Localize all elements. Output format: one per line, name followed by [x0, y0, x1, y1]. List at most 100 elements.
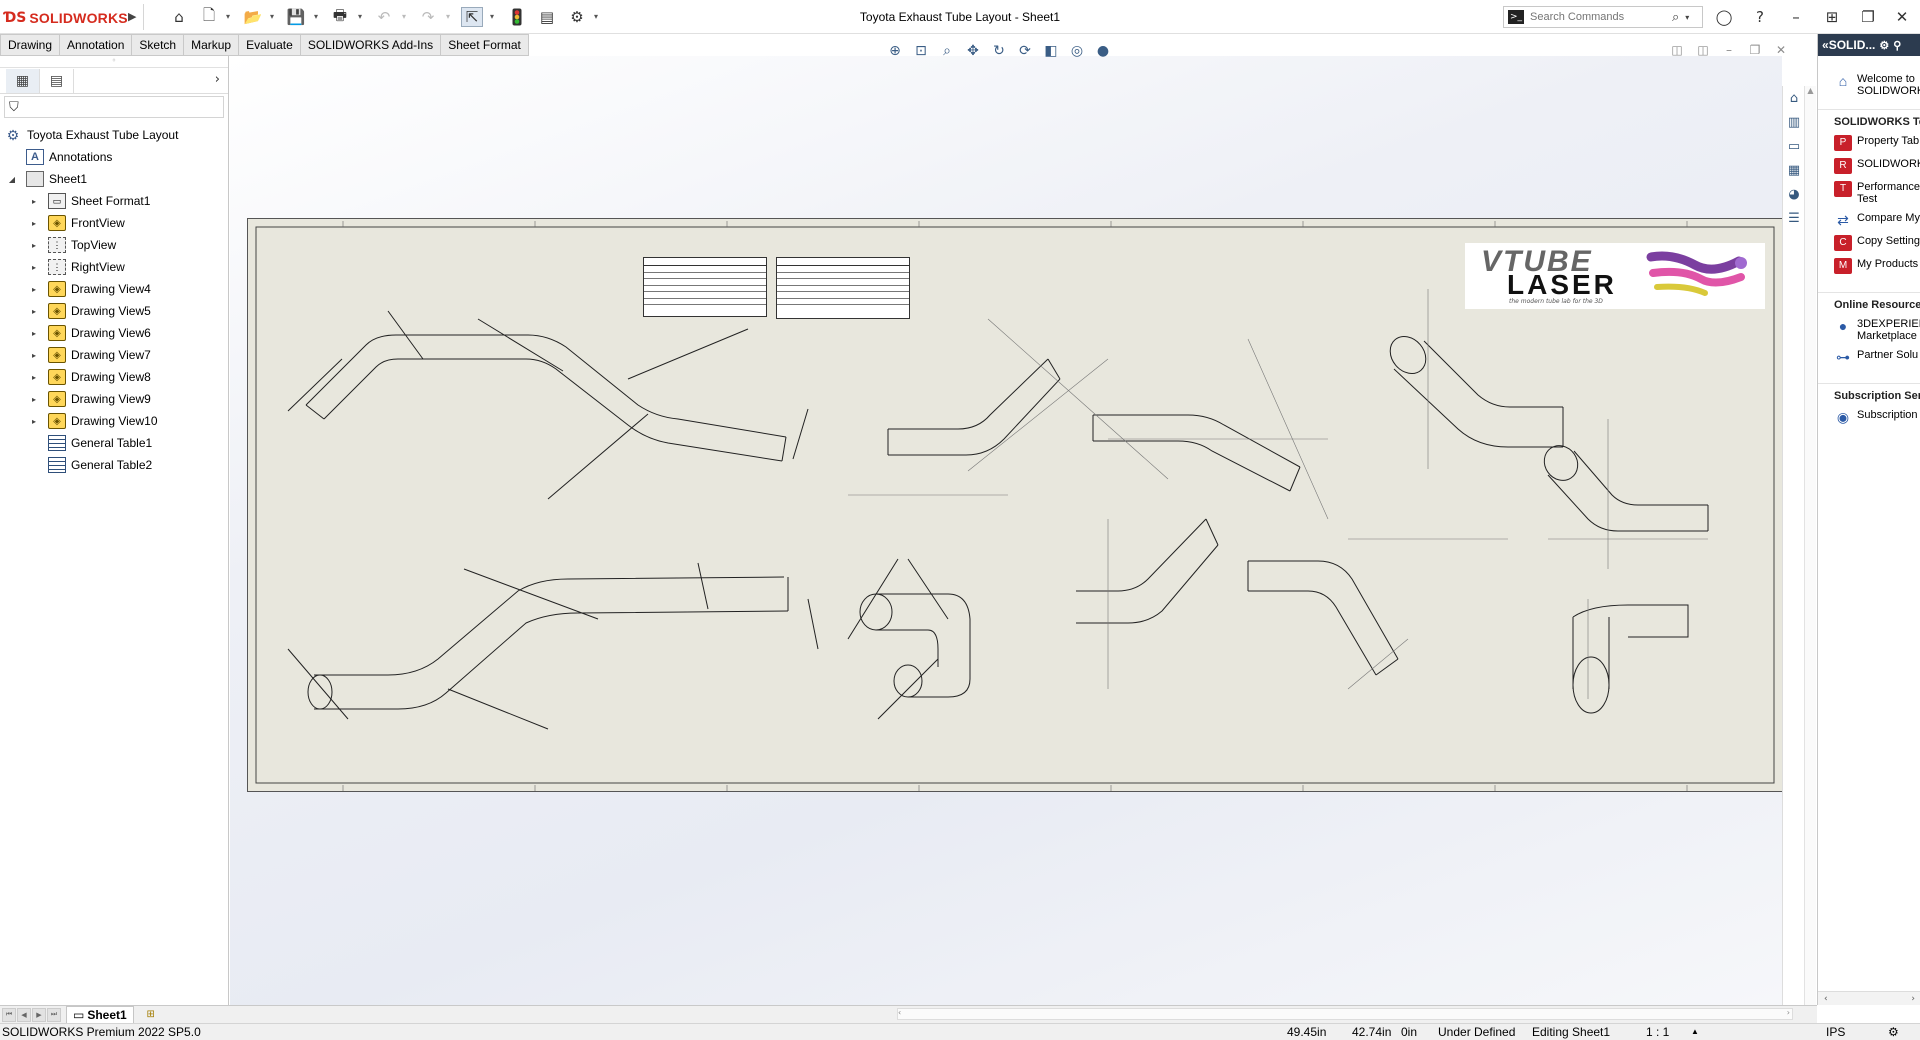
open-folder-icon[interactable]: 📂 — [242, 7, 264, 27]
property-manager-tab-icon[interactable]: ▤ — [40, 68, 74, 93]
tree-item-sheet1[interactable]: ◢ Sheet1 — [0, 168, 228, 190]
restore-icon[interactable]: ❐ — [1856, 7, 1880, 27]
feature-tree-tab-icon[interactable]: ▦ — [6, 68, 40, 93]
open-dropdown-icon[interactable]: ▾ — [270, 12, 274, 21]
previous-view-icon[interactable]: ◫ — [1668, 42, 1686, 58]
pin-icon[interactable]: ⚲ — [1893, 39, 1901, 52]
section-view-icon[interactable]: ◧ — [1040, 41, 1062, 61]
close-icon[interactable]: ✕ — [1890, 7, 1914, 27]
vertical-scrollbar[interactable]: ▲ — [1804, 86, 1816, 1005]
tree-item-sheet-format1[interactable]: ▸ ▭ Sheet Format1 — [0, 190, 228, 212]
print-icon[interactable]: 🖶 — [329, 6, 351, 27]
tab-evaluate[interactable]: Evaluate — [239, 34, 301, 56]
tab-annotation[interactable]: Annotation — [60, 34, 133, 56]
custom-properties-icon[interactable]: ☰ — [1784, 208, 1804, 228]
view-orientation-icon[interactable]: ◎ — [1066, 41, 1088, 61]
next-sheet-icon[interactable]: ▶ — [32, 1007, 46, 1022]
tree-root[interactable]: ⚙ Toyota Exhaust Tube Layout — [0, 124, 228, 146]
tree-item-annotations[interactable]: A Annotations — [0, 146, 228, 168]
tile-windows-icon[interactable]: ⊞ — [1820, 7, 1844, 27]
view-palette-icon[interactable]: ▦ — [1784, 160, 1804, 180]
horizontal-scrollbar[interactable]: ‹ › — [897, 1008, 1793, 1020]
expand-icon[interactable]: ▸ — [28, 395, 40, 404]
user-account-icon[interactable]: ◯ — [1712, 7, 1736, 27]
task-pane-horizontal-scrollbar[interactable]: ‹ › — [1818, 991, 1920, 1005]
tree-filter[interactable]: ⛉ — [4, 96, 224, 118]
expand-icon[interactable]: ▸ — [28, 241, 40, 250]
general-table1-preview[interactable] — [643, 257, 767, 317]
redraw-icon[interactable]: ⟳ — [1014, 41, 1036, 61]
select-cursor-icon[interactable]: ⇱ — [461, 7, 483, 27]
tab-solidworks-add-ins[interactable]: SOLIDWORKS Add-Ins — [300, 34, 442, 56]
expand-icon[interactable]: ▸ — [28, 307, 40, 316]
expand-panel-icon[interactable]: › — [215, 72, 220, 87]
expand-icon[interactable]: ▸ — [28, 263, 40, 272]
tree-item-frontview[interactable]: ▸ ◈ FrontView — [0, 212, 228, 234]
status-settings-icon[interactable]: ⚙ — [1888, 1025, 1899, 1039]
graphics-area[interactable]: VTUBE LASER the modern tube lab for the … — [230, 56, 1782, 1005]
tree-item-drawing-view6[interactable]: ▸ ◈ Drawing View6 — [0, 322, 228, 344]
unit-system[interactable]: IPS — [1826, 1025, 1845, 1039]
filter-icon[interactable]: ⛉ — [9, 100, 19, 115]
new-document-icon[interactable]: 🗋 — [198, 6, 220, 27]
search-icon[interactable]: ⌕ — [1672, 10, 1679, 25]
options-dropdown-icon[interactable]: ▾ — [594, 12, 598, 21]
tree-item-rightview[interactable]: ▸ ⋮ RightView — [0, 256, 228, 278]
tab-markup[interactable]: Markup — [184, 34, 240, 56]
appearances-scenes-icon[interactable]: ◕ — [1784, 184, 1804, 204]
zoom-in-out-icon[interactable]: ⌕ — [936, 41, 958, 61]
file-explorer-icon[interactable]: ▭ — [1784, 136, 1804, 156]
next-view-icon[interactable]: ◫ — [1694, 42, 1712, 58]
scroll-up-icon[interactable]: ▲ — [1805, 86, 1816, 95]
first-sheet-icon[interactable]: ⏮ — [2, 1007, 16, 1022]
rotate-icon[interactable]: ↻ — [988, 41, 1010, 61]
redo-dropdown-icon[interactable]: ▾ — [446, 12, 450, 21]
help-icon[interactable]: ? — [1748, 7, 1772, 27]
tree-item-drawing-view8[interactable]: ▸ ◈ Drawing View8 — [0, 366, 228, 388]
task-pane-options-icon[interactable]: ⚙ — [1879, 39, 1889, 52]
zoom-to-fit-icon[interactable]: ⊕ — [884, 41, 906, 61]
expand-icon[interactable]: ▸ — [28, 417, 40, 426]
tree-item-general-table1[interactable]: General Table1 — [0, 432, 228, 454]
online-3dexperience-marketplace[interactable]: ● 3DEXPERIEN Marketplace — [1818, 315, 1920, 346]
panel-resize-handle[interactable]: ◦ — [0, 56, 228, 68]
subscription-link[interactable]: ◉ Subscription — [1818, 406, 1920, 429]
tree-item-drawing-view4[interactable]: ▸ ◈ Drawing View4 — [0, 278, 228, 300]
welcome-link[interactable]: ⌂ Welcome to SOLIDWORKS — [1818, 70, 1920, 101]
options-gear-icon[interactable]: ⚙ — [566, 7, 588, 27]
print-dropdown-icon[interactable]: ▾ — [358, 12, 362, 21]
tree-item-general-table2[interactable]: General Table2 — [0, 454, 228, 476]
tree-item-drawing-view10[interactable]: ▸ ◈ Drawing View10 — [0, 410, 228, 432]
home-icon[interactable]: ⌂ — [168, 7, 190, 27]
drawing-sheet[interactable]: VTUBE LASER the modern tube lab for the … — [247, 218, 1782, 792]
tree-item-drawing-view7[interactable]: ▸ ◈ Drawing View7 — [0, 344, 228, 366]
viewport-close-icon[interactable]: ✕ — [1772, 42, 1790, 58]
search-dropdown-icon[interactable]: ▾ — [1685, 13, 1689, 22]
search-commands-input[interactable] — [1530, 11, 1670, 23]
pan-icon[interactable]: ✥ — [962, 41, 984, 61]
minimize-icon[interactable]: – — [1784, 7, 1808, 27]
collapse-task-pane-icon[interactable]: « — [1822, 38, 1829, 52]
tab-drawing[interactable]: Drawing — [0, 34, 61, 56]
save-dropdown-icon[interactable]: ▾ — [314, 12, 318, 21]
previous-sheet-icon[interactable]: ◀ — [17, 1007, 31, 1022]
select-dropdown-icon[interactable]: ▾ — [490, 12, 494, 21]
tool-property-tab[interactable]: P Property Tab — [1818, 132, 1920, 155]
new-dropdown-icon[interactable]: ▾ — [226, 12, 230, 21]
expand-icon[interactable]: ▸ — [28, 197, 40, 206]
add-sheet-icon[interactable]: ⊞ — [138, 1007, 164, 1022]
viewport-minimize-icon[interactable]: – — [1720, 42, 1738, 58]
rebuild-traffic-light-icon[interactable] — [506, 7, 528, 27]
tool-performance-test[interactable]: T Performance Test — [1818, 178, 1920, 209]
design-library-icon[interactable]: ▥ — [1784, 112, 1804, 132]
online-partner-solutions[interactable]: ⊶ Partner Solu — [1818, 346, 1920, 369]
zoom-to-area-icon[interactable]: ⊡ — [910, 41, 932, 61]
scroll-left-icon[interactable]: ‹ — [1824, 994, 1828, 1004]
general-table2-preview[interactable] — [776, 257, 910, 319]
scroll-left-icon[interactable]: ‹ — [898, 1008, 901, 1017]
menu-expand-icon[interactable]: ▶ — [128, 10, 136, 23]
tree-item-drawing-view9[interactable]: ▸ ◈ Drawing View9 — [0, 388, 228, 410]
tool-my-products[interactable]: M My Products — [1818, 255, 1920, 278]
undo-icon[interactable]: ↶ — [373, 7, 395, 27]
save-icon[interactable]: 💾 — [285, 7, 307, 27]
